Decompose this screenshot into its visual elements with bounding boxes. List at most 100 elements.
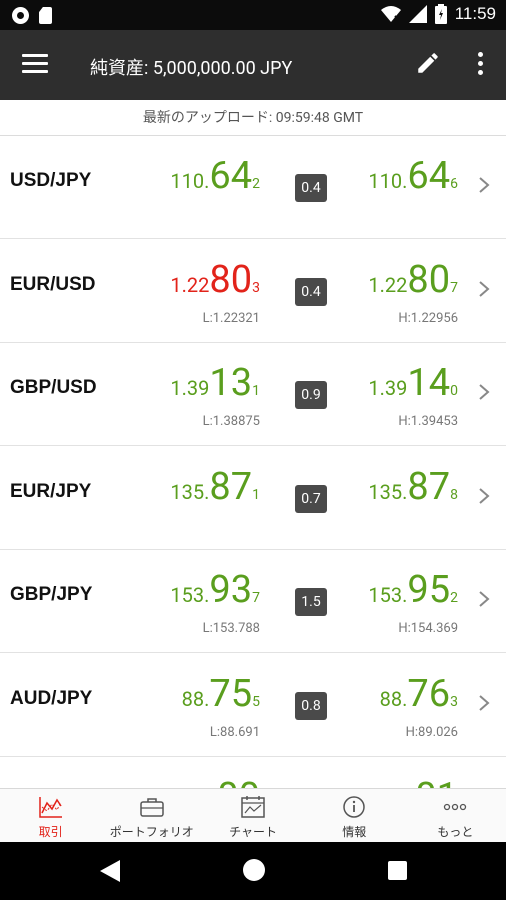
ask-price[interactable]: 110.646 — [368, 154, 458, 204]
low-value: L:1.38875 — [202, 414, 260, 429]
hamburger-menu-icon[interactable] — [22, 54, 48, 74]
bid-price-pip: 7 — [252, 590, 260, 606]
more-dots-icon — [442, 795, 468, 819]
ask-price-big: 95 — [407, 568, 451, 612]
spread-badge: 0.7 — [295, 484, 327, 513]
high-value: H:1.22956 — [398, 310, 458, 326]
currency-row[interactable]: USD/JPY 110.642 0.4 110.646 — [0, 136, 506, 239]
chevron-right-icon[interactable] — [478, 694, 490, 712]
edit-pencil-icon[interactable] — [415, 50, 441, 76]
bid-price-big: 75 — [209, 671, 253, 716]
wifi-icon — [380, 6, 401, 22]
nav-tab-4[interactable]: もっと — [405, 789, 506, 842]
signal-icon — [408, 5, 427, 23]
bid-price-head: 1.22 — [170, 272, 210, 297]
currency-pair-label: GBP/USD — [10, 377, 97, 398]
currency-row[interactable]: GBP/JPY 153.937 1.5 153.952 L:153.788 H:1… — [0, 550, 506, 653]
chevron-right-icon[interactable] — [478, 487, 490, 505]
ask-price[interactable]: 1.39140 — [368, 361, 458, 411]
back-triangle-icon[interactable] — [100, 860, 120, 882]
bid-price[interactable]: 1.22803 — [170, 258, 260, 308]
status-system: 11:59 — [380, 4, 496, 24]
trade-chart-icon — [38, 795, 64, 819]
bid-price-pip: 1 — [252, 383, 260, 399]
ask-price-head: 1.39 — [368, 376, 408, 400]
bid-price-pip: 3 — [252, 279, 260, 296]
ask-price-big: 76 — [407, 671, 451, 716]
bid-price-head: 135. — [170, 479, 210, 504]
ask-price-pip: 0 — [450, 383, 458, 399]
chart-calendar-icon — [240, 795, 266, 819]
spread-badge: 0.4 — [295, 277, 327, 306]
nav-tab-1[interactable]: ポートフォリオ — [101, 789, 202, 842]
bid-price[interactable]: 1.39131 — [170, 361, 260, 411]
status-notifications — [12, 7, 52, 24]
notification-circle-icon — [12, 7, 29, 24]
currency-row[interactable]: EUR/USD 1.22803 0.4 1.22807 L:1.22321 H:1… — [0, 240, 506, 343]
bid-price[interactable]: 153.937 — [170, 568, 260, 618]
app-bar: 純資産: 5,000,000.00 JPY — [0, 30, 506, 100]
ask-price[interactable]: 153.952 — [368, 568, 458, 618]
bid-price[interactable]: 88.755 — [182, 672, 260, 722]
ask-price[interactable]: 135.878 — [368, 465, 458, 515]
nav-tab-label: 取引 — [38, 825, 63, 839]
spread-badge: 1.5 — [295, 588, 327, 616]
ask-price[interactable]: 88.763 — [380, 672, 458, 722]
ask-price[interactable]: 1.22807 — [368, 258, 458, 308]
overflow-menu-icon[interactable] — [476, 52, 484, 78]
spread-badge: 0.9 — [295, 381, 327, 409]
bottom-navigation: 取引 ポートフォリオ チャート 情報 もっと — [0, 788, 506, 842]
currency-pair-label: EUR/JPY — [10, 480, 92, 502]
bid-price-big: 80 — [217, 775, 260, 788]
ask-price-pip: 6 — [450, 176, 458, 192]
home-circle-icon[interactable] — [243, 859, 265, 881]
high-value: H:154.369 — [398, 621, 458, 636]
currency-pair-label: GBP/JPY — [10, 584, 93, 605]
recents-square-icon[interactable] — [388, 861, 407, 880]
bid-price-head: 88. — [181, 686, 210, 711]
chevron-right-icon[interactable] — [478, 590, 490, 608]
status-time: 11:59 — [454, 4, 496, 23]
ask-price[interactable]: 81 — [415, 775, 458, 788]
ask-price-big: 81 — [415, 775, 458, 788]
ask-price-pip: 7 — [450, 279, 458, 296]
nav-tab-3[interactable]: 情報 — [304, 789, 405, 842]
high-value: H:1.39453 — [398, 414, 458, 429]
bid-price[interactable]: 110.642 — [170, 154, 260, 204]
ask-price-big: 80 — [407, 257, 451, 302]
low-value: L:1.22321 — [202, 310, 260, 326]
ask-price-head: 135. — [368, 479, 408, 504]
bid-price-big: 13 — [209, 361, 253, 405]
system-navigation-bar — [0, 842, 506, 900]
nav-tab-2[interactable]: チャート — [202, 789, 303, 842]
bid-price-big: 93 — [209, 568, 253, 612]
ask-price-big: 14 — [407, 361, 451, 405]
bid-price[interactable]: 80 — [217, 775, 260, 788]
nav-tab-0[interactable]: 取引 — [0, 789, 101, 842]
currency-row[interactable]: GBP/USD 1.39131 0.9 1.39140 L:1.38875 H:1… — [0, 343, 506, 446]
low-value: L:88.691 — [209, 724, 260, 740]
chevron-right-icon[interactable] — [478, 280, 490, 298]
nav-tab-label: チャート — [229, 825, 277, 839]
ask-price-pip: 8 — [450, 486, 458, 503]
bid-price-pip: 2 — [252, 176, 260, 192]
bid-price-head: 153. — [170, 583, 210, 607]
bid-price-big: 87 — [209, 464, 253, 509]
currency-pair-label: EUR/USD — [10, 273, 96, 295]
bid-price[interactable]: 135.871 — [170, 465, 260, 515]
currency-row[interactable]: AUD/JPY 88.755 0.8 88.763 L:88.691 H:89.0… — [0, 654, 506, 757]
nav-tab-label: 情報 — [342, 825, 367, 839]
chevron-right-icon[interactable] — [478, 176, 490, 194]
ask-price-head: 88. — [379, 686, 408, 711]
nav-tab-label: ポートフォリオ — [109, 825, 194, 839]
bid-price-pip: 5 — [252, 693, 260, 710]
currency-pair-label: AUD/JPY — [10, 687, 93, 709]
currency-row[interactable]: 80 81 — [0, 757, 506, 788]
bid-price-big: 64 — [209, 154, 253, 198]
info-icon — [341, 795, 367, 819]
ask-price-pip: 2 — [450, 590, 458, 606]
ask-price-head: 153. — [368, 583, 408, 607]
chevron-right-icon[interactable] — [478, 383, 490, 401]
ask-price-head: 1.22 — [368, 272, 408, 297]
currency-row[interactable]: EUR/JPY 135.871 0.7 135.878 — [0, 447, 506, 550]
